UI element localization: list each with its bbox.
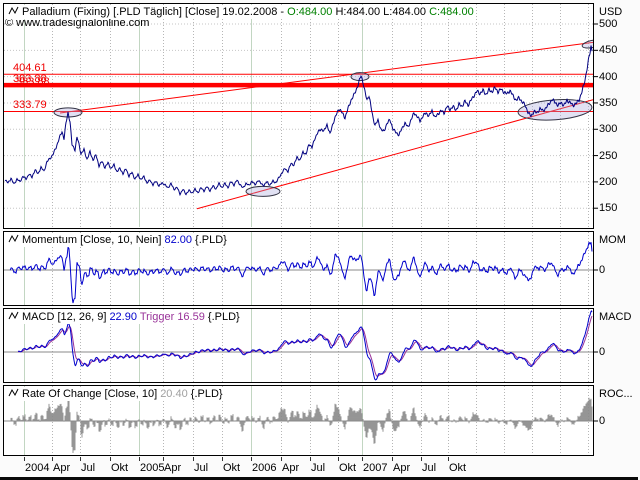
- x-axis-label: 2007: [363, 462, 387, 474]
- macd-header[interactable]: MACD [12, 26, 9] 22.90 Trigger 16.59 {.P…: [6, 310, 242, 324]
- header-segment: Rate Of Change [Close, 10]: [22, 388, 160, 400]
- indicator-line-icon: [8, 310, 20, 321]
- y-axis-tick-label: 500: [599, 18, 617, 30]
- header-segment: {.PLD}: [188, 388, 223, 400]
- macd-header-text: MACD [12, 26, 9] 22.90 Trigger 16.59 {.P…: [22, 311, 240, 323]
- indicator-line-icon: [8, 233, 20, 244]
- header-segment: Momentum [Close, 10, Nein]: [22, 234, 164, 246]
- y-axis-tick-label: 300: [599, 123, 617, 135]
- panel-right-label: ROC...: [599, 388, 633, 400]
- chart-application-window: Palladium (Fixing) [.PLD Täglich] [Close…: [0, 0, 640, 480]
- instrument-title-text: Palladium (Fixing) [.PLD Täglich] [Close…: [22, 6, 474, 18]
- header-segment: Palladium (Fixing) [.PLD Täglich] [Close…: [22, 6, 287, 18]
- price-panel[interactable]: [3, 3, 594, 229]
- x-axis-label: Apr: [53, 462, 70, 474]
- zero-tick-label: 0: [599, 346, 605, 358]
- y-axis-tick-label: 450: [599, 44, 617, 56]
- y-axis-tick-label: 150: [599, 202, 617, 214]
- roc-header[interactable]: Rate Of Change [Close, 10] 20.40 {.PLD}: [6, 387, 225, 401]
- zero-tick-label: 0: [599, 264, 605, 276]
- indicator-line-icon: [8, 387, 20, 398]
- hline-price-label-garbled: 383.88: [16, 77, 50, 88]
- x-axis-label: Apr: [164, 462, 181, 474]
- momentum-header-text: Momentum [Close, 10, Nein] 82.00 {.PLD}: [22, 234, 227, 246]
- y-axis-tick-label: 350: [599, 97, 617, 109]
- header-segment: MACD [12, 26, 9]: [22, 311, 109, 323]
- x-axis-label: Okt: [111, 462, 128, 474]
- currency-label: USD: [599, 6, 622, 18]
- y-axis-tick-label: 200: [599, 176, 617, 188]
- x-axis-label: 2004: [25, 462, 49, 474]
- header-segment: {.PLD}: [205, 311, 240, 323]
- x-axis-label: Apr: [282, 462, 299, 474]
- instrument-title[interactable]: Palladium (Fixing) [.PLD Täglich] [Close…: [6, 5, 476, 19]
- x-axis-label: Okt: [223, 462, 240, 474]
- x-axis-label: Jul: [422, 462, 436, 474]
- y-axis-tick-label: 250: [599, 150, 617, 162]
- x-axis-label: Okt: [449, 462, 466, 474]
- x-axis-label: Jul: [81, 462, 95, 474]
- panel-right-label: MACD: [599, 311, 631, 323]
- header-segment: 20.40: [160, 388, 188, 400]
- header-segment: {.PLD}: [192, 234, 227, 246]
- roc-header-text: Rate Of Change [Close, 10] 20.40 {.PLD}: [22, 388, 223, 400]
- x-axis-label: Okt: [339, 462, 356, 474]
- x-axis-label: 2005: [140, 462, 164, 474]
- header-segment: O:484.00: [287, 6, 332, 18]
- x-axis-label: Jul: [311, 462, 325, 474]
- hline-price-label: 333.79: [13, 100, 47, 111]
- header-segment: Trigger 16.59: [137, 311, 205, 323]
- y-axis-tick-label: 400: [599, 71, 617, 83]
- header-segment: 22.90: [109, 311, 137, 323]
- x-axis-label: 2006: [252, 462, 276, 474]
- momentum-header[interactable]: Momentum [Close, 10, Nein] 82.00 {.PLD}: [6, 233, 229, 247]
- header-segment: C:484.00: [429, 6, 474, 18]
- header-segment: 82.00: [164, 234, 192, 246]
- x-axis-label: Apr: [393, 462, 410, 474]
- zero-tick-label: 0: [599, 415, 605, 427]
- x-axis-label: Jul: [194, 462, 208, 474]
- header-segment: H:484.00 L:484.00: [332, 6, 429, 18]
- panel-right-label: MOM: [599, 234, 626, 246]
- chart-line-icon: [8, 5, 20, 16]
